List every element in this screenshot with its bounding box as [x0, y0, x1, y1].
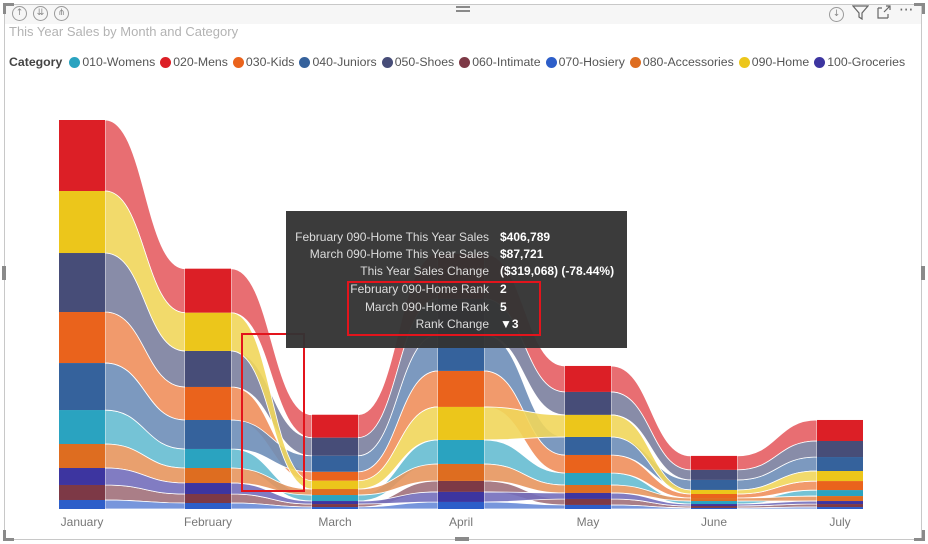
bar-segment-010-Womens[interactable] — [817, 490, 863, 497]
bar-segment-040-Juniors[interactable] — [312, 455, 358, 472]
bar-segment-020-Mens[interactable] — [817, 419, 863, 441]
bar-segment-080-Accessories[interactable] — [312, 489, 358, 496]
x-tick-label: February — [184, 515, 232, 529]
x-tick-label: April — [449, 515, 473, 529]
bar-segment-060-Intimate[interactable] — [565, 498, 611, 505]
bar-segment-070-Hosiery[interactable] — [59, 499, 105, 509]
bar-segment-100-Groceries[interactable] — [59, 468, 105, 485]
bar-segment-020-Mens[interactable] — [565, 365, 611, 392]
tooltip-value: $406,789 — [500, 230, 551, 244]
bar-segment-070-Hosiery[interactable] — [185, 502, 231, 509]
bar-segment-070-Hosiery[interactable] — [438, 501, 484, 509]
bar-segment-050-Shoes[interactable] — [691, 469, 737, 480]
bar-segment-060-Intimate[interactable] — [438, 480, 484, 492]
bar-segment-060-Intimate[interactable] — [59, 484, 105, 500]
bar-segment-020-Mens[interactable] — [312, 414, 358, 438]
bar-segment-010-Womens[interactable] — [565, 472, 611, 485]
bar-segment-100-Groceries[interactable] — [691, 504, 737, 506]
x-tick-label: May — [577, 515, 600, 529]
highlight-rank-box — [347, 281, 541, 336]
bar-segment-070-Hosiery[interactable] — [817, 507, 863, 509]
bar-segment-010-Womens[interactable] — [691, 501, 737, 505]
highlight-ribbon-box — [241, 333, 305, 492]
tooltip-row: February 090-Home This Year Sales $406,78… — [286, 229, 627, 246]
x-tick-label: January — [61, 515, 104, 529]
bar-segment-030-Kids[interactable] — [312, 471, 358, 481]
tooltip-row: This Year Sales Change ($319,068) (-78.44… — [286, 263, 627, 280]
bar-segment-080-Accessories[interactable] — [817, 496, 863, 502]
bar-segment-090-Home[interactable] — [59, 191, 105, 254]
bar-segment-050-Shoes[interactable] — [817, 440, 863, 458]
bar-segment-040-Juniors[interactable] — [185, 419, 231, 449]
bar-segment-040-Juniors[interactable] — [817, 457, 863, 472]
tooltip-label: This Year Sales Change — [360, 264, 489, 278]
bar-segment-030-Kids[interactable] — [817, 481, 863, 491]
bar-segment-080-Accessories[interactable] — [691, 498, 737, 502]
x-axis: January February March April May June July — [61, 515, 851, 529]
bar-segment-040-Juniors[interactable] — [565, 436, 611, 455]
bar-segment-090-Home[interactable] — [312, 480, 358, 490]
bar-segment-030-Kids[interactable] — [59, 312, 105, 364]
bar-segment-050-Shoes[interactable] — [312, 437, 358, 456]
bar-segment-070-Hosiery[interactable] — [565, 504, 611, 509]
bar-segment-050-Shoes[interactable] — [185, 350, 231, 387]
tooltip-value: $87,721 — [500, 247, 544, 261]
tooltip-row: March 090-Home This Year Sales $87,721 — [286, 246, 627, 263]
bar-segment-020-Mens[interactable] — [59, 120, 105, 192]
bar-segment-050-Shoes[interactable] — [59, 253, 105, 313]
bar-segment-020-Mens[interactable] — [691, 455, 737, 470]
bar-segment-090-Home[interactable] — [817, 471, 863, 482]
bar-segment-090-Home[interactable] — [565, 414, 611, 437]
bar-segment-060-Intimate[interactable] — [312, 504, 358, 508]
bar-segment-030-Kids[interactable] — [438, 370, 484, 407]
bar-segment-090-Home[interactable] — [185, 312, 231, 351]
bar-segment-100-Groceries[interactable] — [185, 483, 231, 494]
bar-segment-010-Womens[interactable] — [185, 448, 231, 469]
x-tick-label: March — [318, 515, 351, 529]
bar-segment-070-Hosiery[interactable] — [312, 507, 358, 509]
bar-segment-010-Womens[interactable] — [59, 410, 105, 444]
bar-segment-010-Womens[interactable] — [438, 439, 484, 464]
x-tick-label: June — [701, 515, 727, 529]
bar-segment-010-Womens[interactable] — [312, 495, 358, 502]
bar-segment-080-Accessories[interactable] — [185, 468, 231, 484]
bar-segment-100-Groceries[interactable] — [312, 501, 358, 505]
bar-segment-040-Juniors[interactable] — [59, 363, 105, 411]
bar-segment-060-Intimate[interactable] — [691, 505, 737, 508]
tooltip-value: ($319,068) (-78.44%) — [500, 264, 615, 278]
bar-segment-030-Kids[interactable] — [565, 454, 611, 473]
tooltip-label: February 090-Home This Year Sales — [295, 230, 489, 244]
bar-segment-100-Groceries[interactable] — [438, 491, 484, 502]
bar-segment-080-Accessories[interactable] — [438, 463, 484, 481]
bar-segment-050-Shoes[interactable] — [565, 391, 611, 415]
bar-segment-100-Groceries[interactable] — [817, 501, 863, 505]
bar-segment-080-Accessories[interactable] — [59, 443, 105, 469]
tooltip-label: March 090-Home This Year Sales — [309, 247, 489, 261]
bar-segment-060-Intimate[interactable] — [185, 493, 231, 503]
bar-segment-090-Home[interactable] — [691, 489, 737, 494]
x-tick-label: July — [829, 515, 850, 529]
bar-segment-020-Mens[interactable] — [185, 268, 231, 313]
bar-segment-100-Groceries[interactable] — [565, 492, 611, 499]
bar-segment-060-Intimate[interactable] — [817, 504, 863, 508]
bar-segment-040-Juniors[interactable] — [691, 479, 737, 490]
bar-segment-080-Accessories[interactable] — [565, 484, 611, 493]
bar-segment-090-Home[interactable] — [438, 406, 484, 440]
bar-segment-030-Kids[interactable] — [691, 493, 737, 499]
bar-segment-030-Kids[interactable] — [185, 386, 231, 420]
bar-segment-070-Hosiery[interactable] — [691, 507, 737, 509]
